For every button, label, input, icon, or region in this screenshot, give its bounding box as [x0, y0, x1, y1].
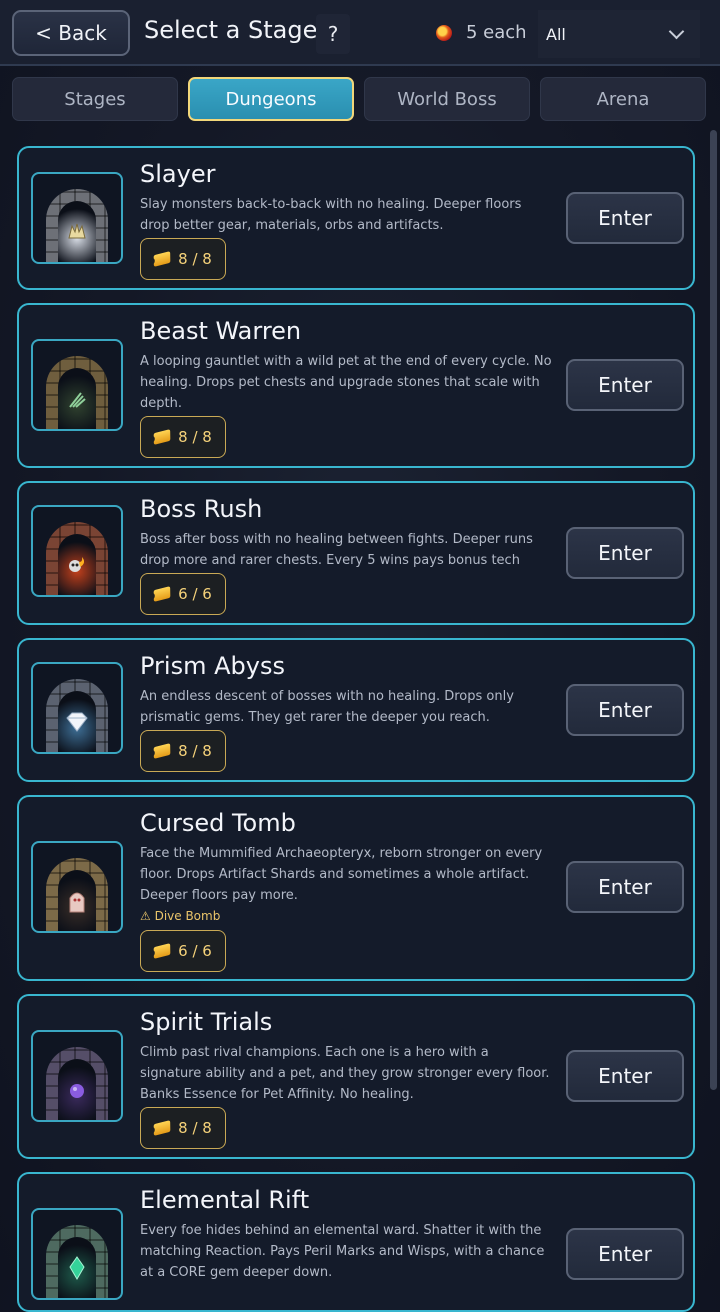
dungeon-description: Slay monsters back-to-back with no heali… [140, 197, 522, 233]
enter-button[interactable]: Enter [566, 359, 684, 411]
ticket-icon [153, 429, 171, 445]
tab-arena[interactable]: Arena [540, 77, 706, 121]
progress-text: 8 / 8 [178, 250, 212, 268]
dungeon-description: Every foe hides behind an elemental ward… [140, 1223, 545, 1280]
progress-text: 6 / 6 [178, 585, 212, 603]
page-title: Select a Stage [144, 16, 318, 44]
dungeon-description: A looping gauntlet with a wild pet at th… [140, 354, 552, 411]
dungeon-thumbnail [31, 1208, 123, 1300]
ticket-icon [153, 743, 171, 759]
dungeon-card-boss-rush: Boss Rush Boss after boss with no healin… [17, 481, 695, 625]
scrollbar[interactable] [710, 130, 717, 1090]
dungeon-thumbnail [31, 662, 123, 754]
dungeon-name: Prism Abyss [140, 652, 285, 680]
enter-button[interactable]: Enter [566, 861, 684, 913]
progress-text: 8 / 8 [178, 1119, 212, 1137]
spirit-orb-icon [58, 1059, 96, 1120]
cost-label: 5 each [466, 22, 527, 43]
dungeon-name: Cursed Tomb [140, 809, 296, 837]
diamond-icon [58, 691, 96, 752]
filter-dropdown[interactable]: All [538, 10, 700, 58]
ticket-icon [153, 1120, 171, 1136]
dungeon-card-spirit-trials: Spirit Trials Climb past rival champions… [17, 994, 695, 1159]
tab-stages[interactable]: Stages [12, 77, 178, 121]
progress-text: 6 / 6 [178, 942, 212, 960]
dungeon-thumbnail [31, 841, 123, 933]
helmet-icon [58, 201, 96, 262]
dungeon-thumbnail [31, 505, 123, 597]
progress-text: 8 / 8 [178, 742, 212, 760]
energy-cost: 5 each [436, 22, 527, 43]
dungeon-name: Elemental Rift [140, 1186, 310, 1214]
dungeon-description: Climb past rival champions. Each one is … [140, 1045, 550, 1102]
enter-button[interactable]: Enter [566, 684, 684, 736]
tab-world-boss[interactable]: World Boss [364, 77, 530, 121]
claw-icon [58, 368, 96, 429]
tab-dungeons[interactable]: Dungeons [188, 77, 354, 121]
progress-badge: 8 / 8 [140, 1107, 226, 1149]
help-button[interactable]: ? [316, 14, 350, 54]
progress-badge: 8 / 8 [140, 730, 226, 772]
dungeon-thumbnail [31, 339, 123, 431]
dungeon-name: Boss Rush [140, 495, 263, 523]
dungeon-card-elemental-rift: Elemental Rift Every foe hides behind an… [17, 1172, 695, 1312]
mummy-icon [58, 870, 96, 931]
warning-label: ⚠ Dive Bomb [140, 909, 221, 923]
dungeon-thumbnail [31, 172, 123, 264]
crystal-icon [58, 1237, 96, 1298]
ticket-icon [153, 251, 171, 267]
dungeon-thumbnail [31, 1030, 123, 1122]
flaming-skull-icon [58, 534, 96, 595]
top-bar: < Back Select a Stage ? 5 each All [0, 0, 720, 66]
progress-badge: 8 / 8 [140, 416, 226, 458]
enter-button[interactable]: Enter [566, 1228, 684, 1280]
dungeon-card-prism-abyss: Prism Abyss An endless descent of bosses… [17, 638, 695, 782]
dungeon-description: Face the Mummified Archaeopteryx, reborn… [140, 846, 543, 903]
chevron-down-icon [668, 23, 685, 40]
filter-value: All [546, 24, 566, 44]
dungeon-name: Beast Warren [140, 317, 302, 345]
enter-button[interactable]: Enter [566, 1050, 684, 1102]
dungeon-card-slayer: Slayer Slay monsters back-to-back with n… [17, 146, 695, 290]
dungeon-name: Spirit Trials [140, 1008, 273, 1036]
back-button[interactable]: < Back [12, 10, 130, 56]
ticket-icon [153, 586, 171, 602]
dungeon-name: Slayer [140, 160, 216, 188]
dungeon-card-cursed-tomb: Cursed Tomb Face the Mummified Archaeopt… [17, 795, 695, 981]
dungeon-description: An endless descent of bosses with no hea… [140, 689, 514, 725]
enter-button[interactable]: Enter [566, 192, 684, 244]
progress-badge: 6 / 6 [140, 930, 226, 972]
progress-badge: 6 / 6 [140, 573, 226, 615]
ticket-icon [153, 943, 171, 959]
energy-orb-icon [436, 24, 452, 41]
enter-button[interactable]: Enter [566, 527, 684, 579]
progress-text: 8 / 8 [178, 428, 212, 446]
dungeon-card-beast-warren: Beast Warren A looping gauntlet with a w… [17, 303, 695, 468]
progress-badge: 8 / 8 [140, 238, 226, 280]
